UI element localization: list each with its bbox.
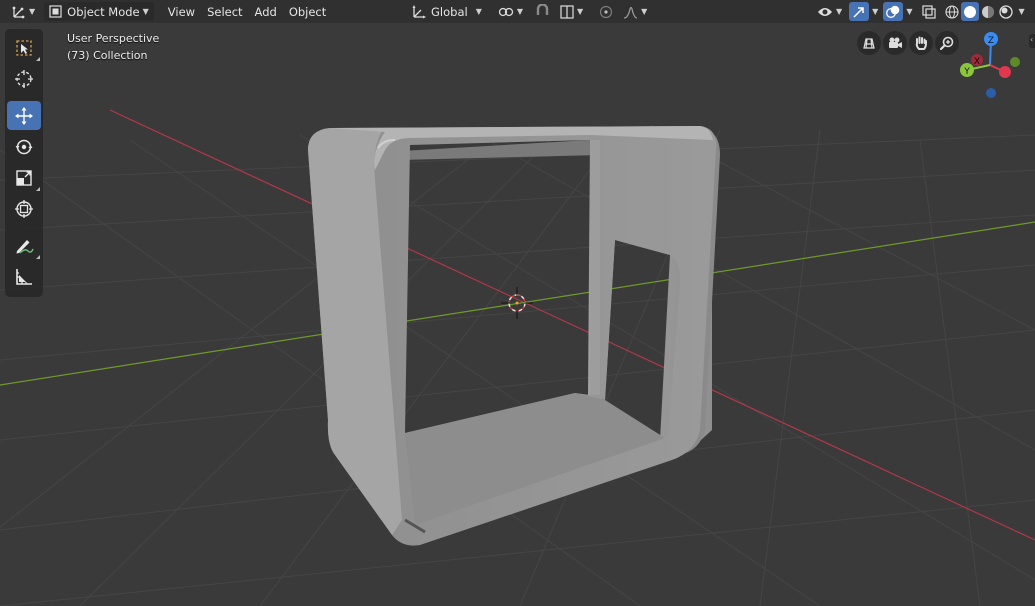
transform-tool[interactable] — [7, 194, 41, 223]
editor-type-button[interactable]: ▼ — [6, 2, 40, 21]
transform-orientation-dropdown[interactable]: Global ▼ — [406, 2, 487, 21]
menu-view[interactable]: View — [162, 5, 201, 19]
chevron-down-icon: ▼ — [641, 7, 648, 16]
3d-cursor-marker — [501, 287, 533, 319]
mode-selector[interactable]: Object Mode ▼ — [44, 2, 154, 21]
viewport-scene: Z X Y — [0, 32, 1035, 606]
orientation-label: Global — [431, 4, 468, 19]
viewport-header: ▼ Object Mode ▼ View Select Add Object G… — [0, 0, 1035, 23]
sidebar-toggle[interactable]: ‹ — [1029, 34, 1035, 48]
rotate-tool[interactable] — [7, 132, 41, 161]
gizmo-dropdown[interactable]: ▼ — [869, 2, 881, 21]
rendered-sphere-icon — [999, 4, 1014, 19]
annotate-icon — [14, 236, 34, 256]
overlays-icon — [886, 5, 900, 19]
chevron-down-icon: ▼ — [906, 7, 913, 16]
view-name: User Perspective — [67, 32, 160, 45]
shading-material-button[interactable] — [979, 2, 997, 21]
tool-shelf — [5, 29, 43, 297]
move-tool[interactable] — [7, 101, 41, 130]
measure-icon — [14, 267, 34, 287]
falloff-curve-icon — [623, 5, 638, 19]
select-box-tool[interactable] — [7, 33, 41, 62]
chevron-left-icon: ‹ — [1030, 35, 1034, 44]
floor-grid — [0, 124, 1035, 606]
select-box-icon — [14, 38, 34, 58]
chevron-down-icon: ▼ — [577, 7, 584, 16]
chevron-down-icon: ▼ — [475, 7, 482, 16]
scale-tool[interactable] — [7, 163, 41, 192]
menu-add[interactable]: Add — [249, 5, 283, 19]
gizmo-x-label: X — [974, 57, 980, 67]
axis-editor-icon — [11, 4, 26, 19]
gizmo-icon — [852, 5, 866, 19]
proportional-edit-toggle[interactable] — [594, 2, 618, 21]
wireframe-sphere-icon — [945, 4, 960, 19]
rotate-icon — [14, 137, 34, 157]
solid-sphere-icon — [963, 5, 977, 19]
chevron-down-icon: ▼ — [516, 7, 523, 16]
frame-object — [308, 126, 720, 546]
gizmo-toggle[interactable] — [849, 2, 870, 21]
xray-toggle[interactable] — [919, 2, 939, 21]
hand-pan-icon[interactable] — [909, 31, 933, 55]
material-sphere-icon — [981, 5, 995, 19]
snap-increment-icon — [560, 4, 574, 19]
visibility-dropdown[interactable]: ▼ — [812, 2, 847, 21]
viewport-info: User Perspective (73) Collection — [67, 30, 159, 64]
cursor-icon — [14, 69, 34, 89]
proportional-edit-icon — [599, 5, 613, 19]
shading-wireframe-button[interactable] — [943, 2, 961, 21]
pivot-point-dropdown[interactable]: ▼ — [493, 2, 528, 21]
magnet-icon — [535, 4, 550, 19]
chevron-down-icon: ▼ — [836, 7, 843, 16]
overlays-dropdown[interactable]: ▼ — [903, 2, 915, 21]
pivot-icon — [498, 5, 514, 19]
cursor-tool[interactable] — [7, 64, 41, 93]
gizmo-x-dot — [999, 66, 1011, 78]
menu-object[interactable]: Object — [283, 5, 332, 19]
falloff-dropdown[interactable]: ▼ — [618, 2, 652, 21]
gizmo-z-label: Z — [988, 36, 994, 46]
move-icon — [14, 106, 34, 126]
overlays-toggle[interactable] — [883, 2, 904, 21]
annotate-tool[interactable] — [7, 231, 41, 260]
eye-icon — [817, 6, 833, 18]
orientation-icon — [411, 4, 426, 19]
transform-icon — [14, 199, 34, 219]
scale-icon — [14, 168, 34, 188]
snap-toggle[interactable] — [530, 2, 555, 21]
shading-rendered-button[interactable] — [997, 2, 1015, 21]
shading-dropdown[interactable]: ▼ — [1015, 2, 1027, 21]
camera-icon[interactable] — [883, 31, 907, 55]
chevron-down-icon: ▼ — [872, 7, 879, 16]
zoom-icon[interactable] — [935, 31, 959, 55]
xray-icon — [922, 4, 937, 19]
mode-label: Object Mode — [67, 4, 140, 19]
3d-viewport[interactable]: Z X Y User Perspective (73) Collection ▼… — [0, 0, 1035, 606]
collection-info: (73) Collection — [67, 49, 148, 62]
shading-solid-button[interactable] — [961, 2, 980, 21]
snap-target-dropdown[interactable]: ▼ — [555, 2, 588, 21]
chevron-down-icon: ▼ — [1018, 7, 1025, 16]
object-mode-icon — [49, 5, 62, 18]
grid-view-icon[interactable] — [857, 31, 881, 55]
chevron-down-icon: ▼ — [142, 7, 149, 16]
menu-select[interactable]: Select — [201, 5, 248, 19]
navigation-gizmo: Z X Y — [960, 32, 1020, 98]
gizmo-y-label: Y — [963, 67, 970, 77]
measure-tool[interactable] — [7, 262, 41, 291]
chevron-down-icon: ▼ — [29, 7, 36, 16]
